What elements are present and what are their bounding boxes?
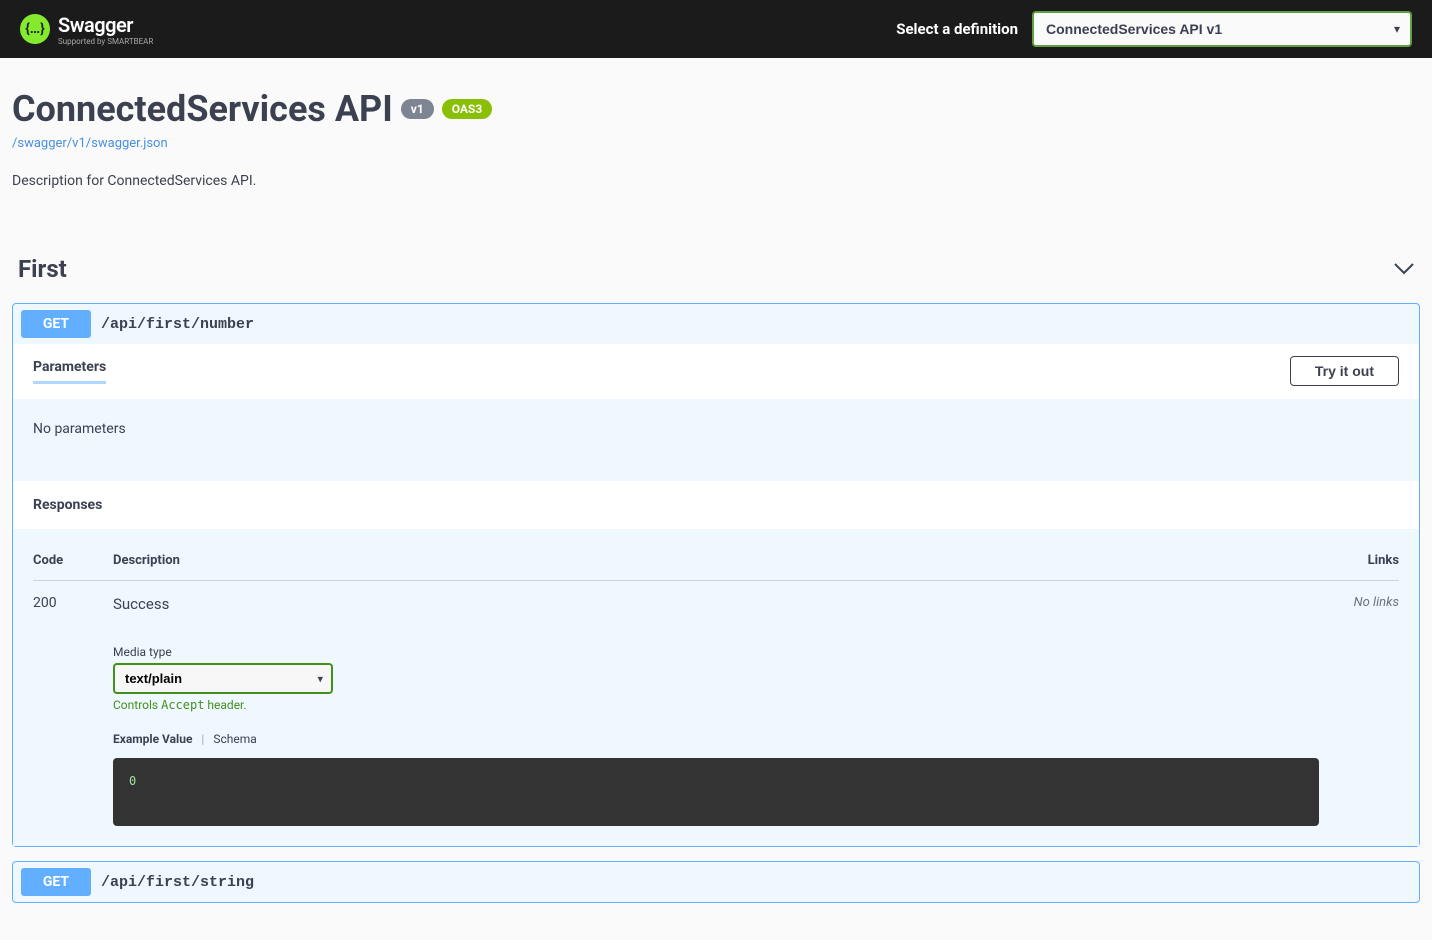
definition-select[interactable]: ConnectedServices API v1 [1032,11,1412,47]
operation-header[interactable]: GET /api/first/number [13,304,1419,344]
operation-path: /api/first/number [101,316,254,333]
definition-selector: Select a definition ConnectedServices AP… [896,11,1412,47]
oas-badge: OAS3 [442,99,493,119]
operation-header[interactable]: GET /api/first/string [13,862,1419,902]
swagger-icon: {…} [20,14,50,44]
tag-header[interactable]: First [12,245,1420,293]
col-links: Links [1319,553,1399,568]
api-title: ConnectedServices API v1 OAS3 [12,88,492,130]
schema-tab[interactable]: Schema [213,732,256,746]
logo-text: Swagger [58,13,153,37]
try-it-out-button[interactable]: Try it out [1290,356,1399,386]
definition-label: Select a definition [896,20,1018,38]
parameters-heading: Parameters [33,359,106,384]
response-links: No links [1319,595,1399,826]
example-value-code: 0 [113,758,1319,826]
example-schema-tabs: Example Value | Schema [113,732,1319,746]
media-type-label: Media type [113,645,1319,659]
media-type-select[interactable]: text/plain [113,663,333,694]
version-badge: v1 [401,99,434,119]
operation-path: /api/first/string [101,874,254,891]
col-code: Code [33,553,113,568]
api-title-text: ConnectedServices API [12,88,393,130]
method-badge-get: GET [21,868,91,896]
chevron-down-icon [1394,259,1414,280]
logo: {…} Swagger Supported by SMARTBEAR [20,13,153,46]
topbar: {…} Swagger Supported by SMARTBEAR Selec… [0,0,1432,58]
api-description: Description for ConnectedServices API. [12,173,1420,189]
operation-get-first-number: GET /api/first/number Parameters Try it … [12,303,1420,847]
tag-name: First [18,255,67,283]
response-code: 200 [33,595,113,826]
response-description: Success [113,595,1319,613]
method-badge-get: GET [21,310,91,338]
responses-heading: Responses [13,481,1419,529]
no-parameters-text: No parameters [13,399,1419,481]
response-row-200: 200 Success Media type text/plain [33,581,1399,826]
col-description: Description [113,553,1319,568]
operation-get-first-string: GET /api/first/string [12,861,1420,903]
responses-table-header: Code Description Links [33,541,1399,581]
spec-link[interactable]: /swagger/v1/swagger.json [12,136,168,151]
controls-accept-text: Controls Accept header. [113,698,1319,712]
logo-subtext: Supported by SMARTBEAR [58,37,153,46]
example-value-tab[interactable]: Example Value [113,732,192,746]
tag-section-first: First GET /api/first/number Parameters T… [12,245,1420,903]
